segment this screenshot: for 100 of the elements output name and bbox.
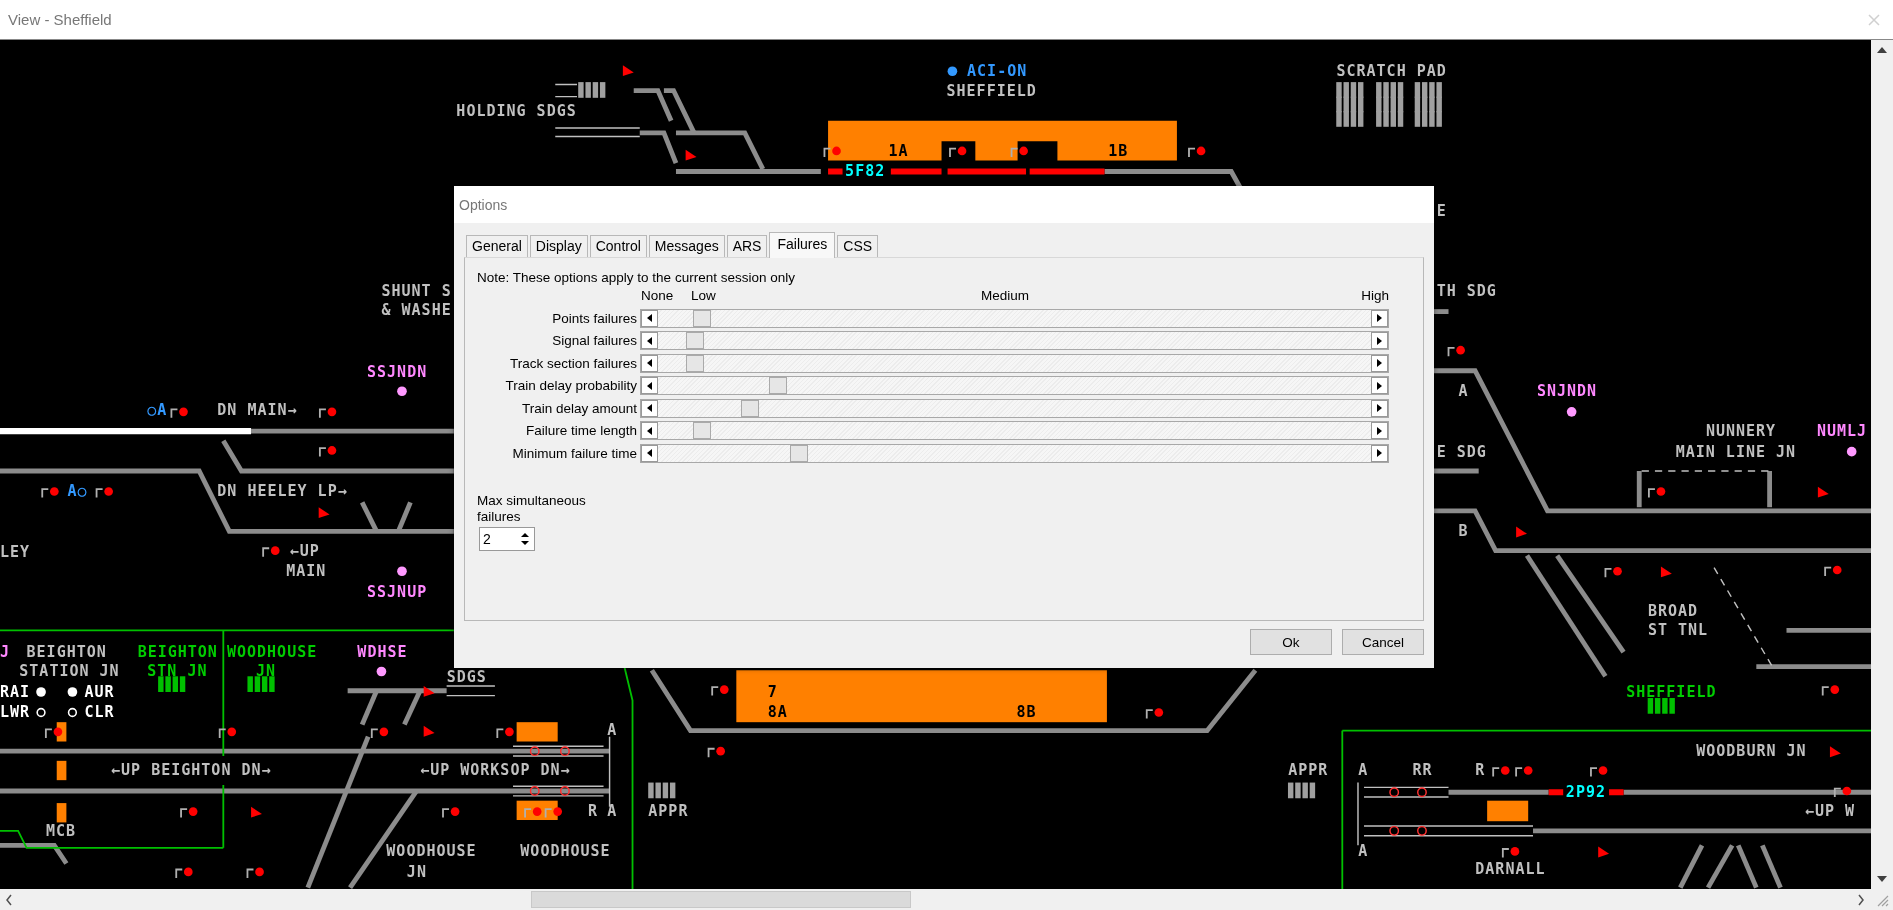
slider-right-button[interactable] — [1371, 422, 1388, 439]
slider-right-button[interactable] — [1371, 354, 1388, 372]
tab[interactable]: Messages — [648, 235, 725, 257]
signal-flag-icon — [1829, 746, 1841, 758]
slider-thumb[interactable] — [685, 332, 704, 349]
signal-icon — [949, 146, 967, 158]
indicator-bars-icon — [1647, 698, 1675, 714]
number-spinner[interactable]: 2 — [479, 526, 535, 551]
slider-track[interactable] — [640, 376, 1389, 395]
signal-icon — [1833, 786, 1852, 798]
track-label: ←UP BEIGHTON DN→ — [111, 761, 272, 780]
slider-track[interactable] — [640, 421, 1389, 440]
slider-label: Train delay probability — [504, 377, 637, 395]
scale-label: High — [1361, 288, 1389, 303]
indicator-dot-icon — [947, 66, 958, 77]
indicator-bars-icon — [1376, 82, 1404, 98]
left-arrow-icon — [647, 381, 652, 390]
signal-icon — [1492, 766, 1510, 778]
tab[interactable]: CSS — [837, 235, 879, 257]
track-label: CLR — [84, 703, 115, 722]
horizontal-scrollbar[interactable] — [0, 889, 1893, 910]
signal-icon — [1824, 565, 1842, 577]
slider-right-button[interactable] — [1371, 377, 1388, 394]
platform-block — [1487, 800, 1529, 822]
right-arrow-icon — [1377, 336, 1382, 345]
track-label: ←UP W — [1804, 802, 1856, 821]
left-arrow-icon — [647, 426, 652, 435]
indicator-bars-icon — [578, 82, 606, 98]
slider-track[interactable] — [640, 308, 1389, 328]
signal-flag-icon — [251, 806, 262, 818]
scrollbar-thumb[interactable] — [531, 891, 911, 908]
slider-track[interactable] — [640, 331, 1389, 350]
tab[interactable]: Display — [529, 235, 588, 257]
track-label: SHEFFIELD — [946, 81, 1037, 100]
scroll-down-icon[interactable] — [1876, 875, 1888, 883]
slider-right-button[interactable] — [1371, 309, 1388, 327]
signal-icon — [318, 446, 337, 458]
signal-flag-icon — [1516, 526, 1527, 538]
dialog-title: Options — [459, 196, 508, 213]
track-label: MAIN LINE JN — [1675, 442, 1797, 461]
scale-label: None — [641, 288, 674, 303]
slider-left-button[interactable] — [641, 399, 658, 417]
ring-icon — [1417, 787, 1427, 798]
scroll-left-icon[interactable] — [5, 893, 13, 906]
ring-icon — [36, 707, 46, 718]
signal-flag-icon — [1598, 846, 1610, 858]
indicator-dot-icon — [1846, 446, 1857, 457]
track-label: NUNNERY — [1705, 422, 1777, 440]
indicator-dot-icon — [67, 687, 78, 697]
slider-right-button[interactable] — [1371, 332, 1388, 349]
track-label: E SDG — [1436, 442, 1487, 461]
slider-thumb[interactable] — [692, 422, 711, 439]
indicator-bars-icon — [1336, 96, 1364, 113]
vertical-scrollbar[interactable] — [1871, 40, 1893, 889]
slider-track[interactable] — [640, 398, 1389, 418]
signal-icon — [170, 407, 188, 419]
slider-track[interactable] — [640, 443, 1389, 463]
slider-thumb[interactable] — [790, 444, 809, 462]
slider-left-button[interactable] — [641, 332, 658, 349]
tab[interactable]: Failures — [769, 232, 836, 258]
slider-left-button[interactable] — [641, 309, 658, 327]
tab[interactable]: ARS — [726, 235, 768, 257]
signal-icon — [175, 867, 193, 879]
slider-left-button[interactable] — [641, 377, 658, 394]
slider-thumb[interactable] — [769, 377, 788, 394]
signal-icon — [1515, 766, 1533, 778]
dialog-button[interactable]: Ok — [1250, 629, 1332, 655]
track-label: NUMLJ — [1817, 422, 1868, 440]
scroll-right-icon[interactable] — [1857, 893, 1865, 906]
track-label: MCB — [45, 821, 76, 840]
signal-icon — [524, 807, 542, 819]
tab[interactable]: Control — [589, 235, 647, 257]
track-line — [1736, 844, 1759, 889]
slider-label: Minimum failure time — [511, 444, 637, 463]
slider-right-button[interactable] — [1371, 399, 1388, 417]
dialog-button[interactable]: Cancel — [1342, 629, 1424, 655]
slider-left-button[interactable] — [641, 354, 658, 372]
left-arrow-icon — [647, 336, 652, 345]
tab[interactable]: General — [466, 235, 528, 257]
signal-flag-icon — [685, 149, 697, 161]
slider-left-button[interactable] — [641, 444, 658, 462]
track-label: STN JN — [147, 662, 208, 681]
slider-thumb[interactable] — [741, 399, 760, 417]
track-label: JN — [255, 662, 276, 681]
slider-track[interactable] — [640, 353, 1389, 373]
slider-left-button[interactable] — [641, 422, 658, 439]
track-label: R — [587, 802, 598, 821]
ring-icon — [1417, 825, 1427, 836]
right-arrow-icon — [1377, 449, 1382, 457]
signal-icon — [1145, 708, 1164, 720]
signal-flag-icon — [622, 65, 634, 77]
track-label: 7 — [767, 682, 778, 701]
track-label: ←UP WORKSOP DN→ — [420, 761, 571, 780]
track-label: SHUNT S — [381, 281, 452, 300]
slider-thumb[interactable] — [685, 354, 704, 372]
slider-right-button[interactable] — [1371, 444, 1388, 462]
slider-thumb[interactable] — [692, 309, 711, 327]
ring-icon — [1389, 825, 1400, 836]
scroll-up-icon[interactable] — [1876, 46, 1888, 54]
track-label: WOODHOUSE — [226, 642, 318, 661]
